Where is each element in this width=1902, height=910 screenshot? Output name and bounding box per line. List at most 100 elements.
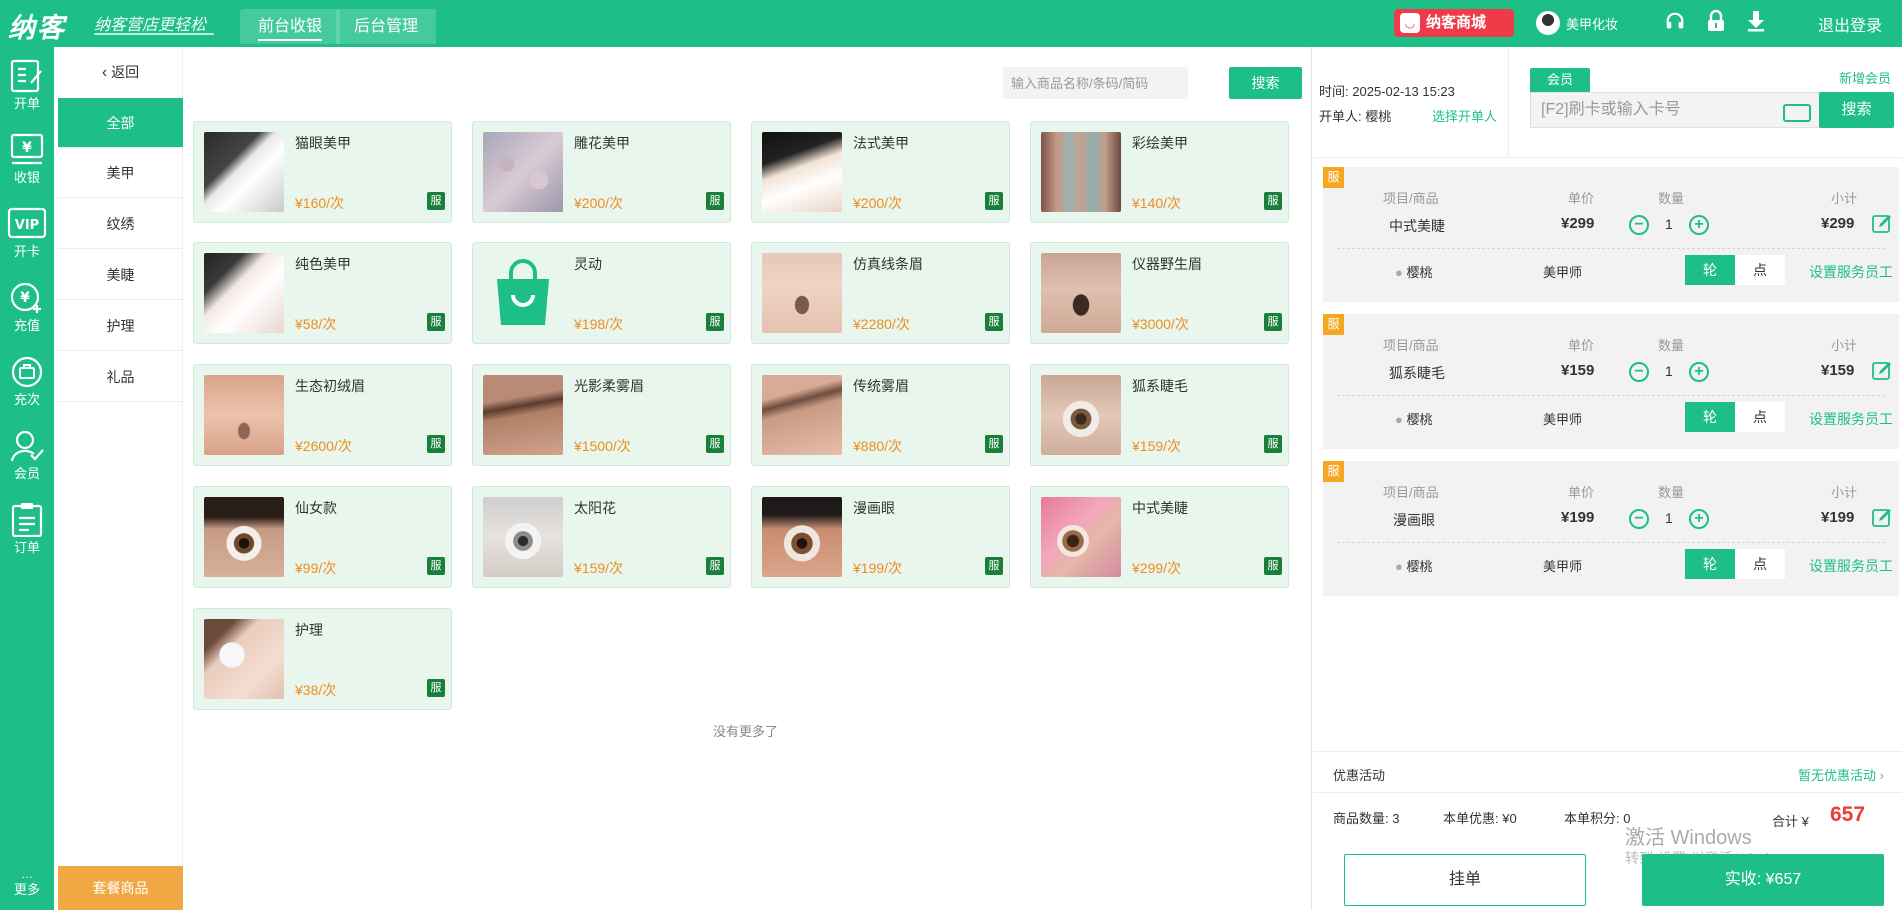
item-price: ¥199 [1561, 509, 1595, 526]
minus-icon[interactable]: − [1629, 509, 1649, 529]
product-card[interactable]: 漫画眼 ¥199/次 服 [751, 486, 1010, 588]
product-search-input[interactable] [1011, 67, 1171, 99]
product-card[interactable]: 太阳花 ¥159/次 服 [472, 486, 731, 588]
product-card[interactable]: 中式美睫 ¥299/次 服 [1030, 486, 1289, 588]
appoint-toggle[interactable]: 点 [1735, 549, 1785, 579]
product-price: ¥199/次 [853, 560, 903, 576]
product-card[interactable]: 彩绘美甲 ¥140/次 服 [1030, 121, 1289, 223]
select-opener-link[interactable]: 选择开单人 [1432, 106, 1497, 125]
svg-text:¥: ¥ [22, 140, 32, 156]
product-card[interactable]: 雕花美甲 ¥200/次 服 [472, 121, 731, 223]
member-card-input[interactable] [1541, 93, 1771, 127]
user-menu[interactable]: 美甲化妆 [1536, 10, 1618, 36]
product-image [762, 253, 842, 333]
search-button[interactable]: 搜索 [1229, 67, 1302, 99]
hold-order-button[interactable]: 挂单 [1344, 854, 1586, 906]
col-header-item: 项目/商品 [1383, 338, 1439, 353]
nav-more[interactable]: … 更多 [0, 865, 54, 910]
nav-open-card[interactable]: VIP 开卡 [0, 203, 54, 269]
appoint-toggle[interactable]: 点 [1735, 402, 1785, 432]
product-card[interactable]: 仿真线条眉 ¥2280/次 服 [751, 242, 1010, 344]
windows-activation-watermark: 激活 Windows [1625, 827, 1752, 849]
product-card[interactable]: 纯色美甲 ¥58/次 服 [193, 242, 452, 344]
order-opener: 开单人: 樱桃 [1319, 106, 1391, 125]
opener-value: 樱桃 [1365, 109, 1392, 124]
minus-icon[interactable]: − [1629, 362, 1649, 382]
set-staff-link[interactable]: 设置服务员工 [1809, 556, 1893, 576]
download-icon[interactable] [1744, 10, 1768, 34]
tab-back-office[interactable]: 后台管理 [336, 9, 436, 44]
product-card[interactable]: 传统雾眉 ¥880/次 服 [751, 364, 1010, 466]
category-all[interactable]: 全部 [58, 98, 183, 148]
product-price: ¥38/次 [295, 682, 337, 698]
product-card[interactable]: 猫眼美甲 ¥160/次 服 [193, 121, 452, 223]
product-card[interactable]: 仙女款 ¥99/次 服 [193, 486, 452, 588]
nav-recharge-times[interactable]: 充次 [0, 351, 54, 417]
product-card[interactable]: 护理 ¥38/次 服 [193, 608, 452, 710]
add-member-link[interactable]: 新增会员 [1839, 68, 1891, 87]
item-subtotal: ¥159 [1821, 362, 1855, 379]
edit-icon[interactable] [1871, 507, 1893, 529]
product-name: 猫眼美甲 [295, 135, 351, 151]
tab-front-cashier[interactable]: 前台收银 [240, 9, 340, 44]
top-bar: 纳客 纳客营店更轻松 前台收银 后台管理 ◡ 纳客商城 美甲化妆 退出登录 [0, 0, 1902, 47]
order-item: 服 项目/商品 单价 数量 小计 漫画眼 ¥199 − 1 + ¥199 ● 樱… [1323, 461, 1899, 596]
item-qty: 1 [1665, 216, 1673, 232]
lock-icon[interactable] [1704, 9, 1728, 34]
product-card[interactable]: 仪器野生眉 ¥3000/次 服 [1030, 242, 1289, 344]
category-lash[interactable]: 美睫 [58, 250, 183, 300]
staff-label: 樱桃 [1406, 559, 1433, 574]
headset-icon[interactable] [1663, 10, 1687, 34]
category-care[interactable]: 护理 [58, 301, 183, 351]
plus-icon[interactable]: + [1689, 215, 1709, 235]
package-products-button[interactable]: 套餐商品 [58, 866, 183, 910]
product-card[interactable]: 生态初绒眉 ¥2600/次 服 [193, 364, 452, 466]
product-card[interactable]: 光影柔雾眉 ¥1500/次 服 [472, 364, 731, 466]
nav-orders[interactable]: 订单 [0, 499, 54, 565]
product-price: ¥3000/次 [1132, 316, 1189, 332]
keyboard-icon[interactable] [1008, 28, 1036, 46]
staff-label: 樱桃 [1406, 265, 1433, 280]
member-search-button[interactable]: 搜索 [1819, 92, 1894, 128]
service-tag: 服 [985, 557, 1003, 575]
person-icon: ● [1395, 265, 1403, 280]
promotion-row[interactable]: 优惠活动 暂无优惠活动 › [1313, 751, 1902, 793]
appoint-toggle[interactable]: 点 [1735, 255, 1785, 285]
product-card[interactable]: 狐系睫毛 ¥159/次 服 [1030, 364, 1289, 466]
logout-button[interactable]: 退出登录 [1818, 12, 1882, 36]
rotation-toggle[interactable]: 轮 [1685, 255, 1735, 285]
rotation-toggle[interactable]: 轮 [1685, 402, 1735, 432]
nav-cashier[interactable]: ¥ 收银 [0, 129, 54, 195]
nav-member[interactable]: 会员 [0, 425, 54, 491]
product-image [1041, 497, 1121, 577]
product-search-box [1003, 67, 1188, 99]
nav-recharge[interactable]: ¥ 充值 [0, 277, 54, 343]
nav-open-order[interactable]: 开单 [0, 55, 54, 121]
back-button[interactable]: ‹ 返回 [58, 47, 183, 97]
product-price: ¥159/次 [1132, 438, 1182, 454]
product-name: 仿真线条眉 [853, 256, 923, 272]
edit-icon[interactable] [1871, 213, 1893, 235]
rotation-toggle[interactable]: 轮 [1685, 549, 1735, 579]
category-embroidery[interactable]: 纹绣 [58, 199, 183, 249]
set-staff-link[interactable]: 设置服务员工 [1809, 262, 1893, 282]
pay-button[interactable]: 实收: ¥657 [1642, 854, 1884, 906]
minus-icon[interactable]: − [1629, 215, 1649, 235]
mall-button[interactable]: ◡ 纳客商城 [1394, 9, 1514, 37]
member-tab[interactable]: 会员 [1530, 68, 1590, 92]
set-staff-link[interactable]: 设置服务员工 [1809, 409, 1893, 429]
dashed-divider [1337, 395, 1885, 396]
category-nail[interactable]: 美甲 [58, 148, 183, 198]
plus-icon[interactable]: + [1689, 509, 1709, 529]
product-card[interactable]: 法式美甲 ¥200/次 服 [751, 121, 1010, 223]
category-gift[interactable]: 礼品 [58, 352, 183, 402]
keyboard-icon[interactable] [1783, 104, 1811, 122]
edit-icon[interactable] [1871, 360, 1893, 382]
product-card[interactable]: 灵动 ¥198/次 服 [472, 242, 731, 344]
product-price: ¥160/次 [295, 195, 345, 211]
cashier-icon: ¥ [10, 133, 44, 165]
slogan-underline [94, 33, 214, 35]
member-card-box [1530, 92, 1820, 128]
plus-icon[interactable]: + [1689, 362, 1709, 382]
promotion-value[interactable]: 暂无优惠活动 › [1798, 765, 1884, 784]
